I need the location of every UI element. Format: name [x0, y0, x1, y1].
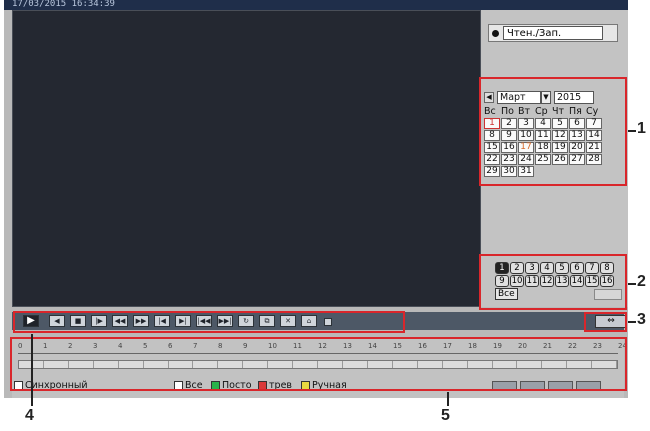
- annotation-label-4: 4: [25, 407, 34, 424]
- annotation-label-1: 1: [637, 120, 646, 137]
- annotation-box-timeline: [10, 337, 627, 391]
- radio-icon[interactable]: [492, 29, 499, 37]
- title-bar: 17/03/2015 16:34:39: [4, 0, 628, 10]
- annotation-box-calendar: [479, 77, 627, 186]
- mode-selector[interactable]: Чтен./Зап.: [488, 24, 618, 42]
- annotation-label-2: 2: [637, 273, 646, 290]
- mode-dropdown[interactable]: Чтен./Зап.: [503, 26, 603, 40]
- annotation-line: [628, 130, 636, 132]
- video-viewport[interactable]: [12, 10, 481, 307]
- annotation-box-controls: [13, 311, 405, 333]
- annotation-label-5: 5: [441, 407, 450, 424]
- annotation-box-zoom: [584, 312, 627, 332]
- timestamp: 17/03/2015 16:34:39: [12, 0, 115, 9]
- annotation-line: [628, 283, 636, 285]
- annotation-box-channels: [479, 254, 627, 310]
- annotation-line: [31, 334, 33, 406]
- annotation-label-3: 3: [637, 311, 646, 328]
- annotation-line: [628, 321, 636, 323]
- annotation-line: [447, 392, 449, 406]
